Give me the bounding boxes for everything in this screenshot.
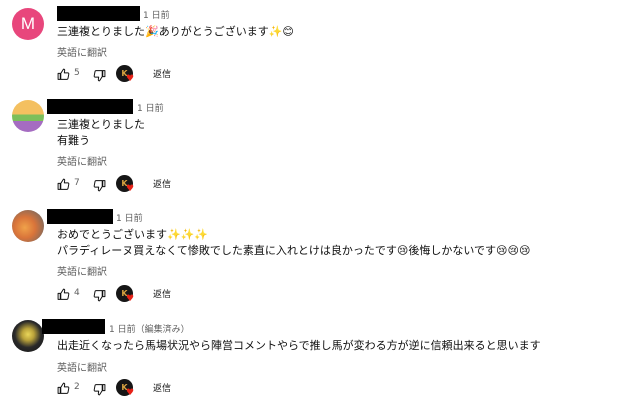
comment-line: 有難う (57, 134, 90, 147)
heart-icon: ♥ (126, 294, 135, 304)
reply-button[interactable]: 返信 (153, 287, 171, 300)
creator-heart-badge: K ♥ (116, 175, 136, 195)
translate-link[interactable]: 英語に翻訳 (57, 263, 107, 278)
comment: M 1 日前 三連複とりました🎉ありがとうございます✨😊 英語に翻訳 5 K ♥… (0, 0, 640, 100)
comment-actions: 2 K ♥ 返信 (57, 379, 197, 399)
comment-line: 三連複とりました🎉ありがとうございます✨😊 (57, 25, 294, 38)
translate-link[interactable]: 英語に翻訳 (57, 44, 107, 59)
avatar[interactable]: M (12, 8, 44, 40)
comment-actions: 7 K ♥ 返信 (57, 175, 197, 195)
author-name-redacted[interactable] (57, 6, 140, 21)
comment-line: 出走近くなったら馬場状況やら陣営コメントやらで推し馬が変わる方が逆に信頼出来ると… (57, 339, 541, 352)
heart-icon: ♥ (126, 74, 135, 84)
translate-link[interactable]: 英語に翻訳 (57, 153, 107, 168)
thumbs-up-icon[interactable] (57, 68, 70, 81)
thumbs-up-icon[interactable] (57, 288, 70, 301)
like-count: 2 (74, 382, 80, 392)
thumbs-down-icon[interactable] (93, 179, 106, 192)
author-name-redacted[interactable] (47, 209, 113, 224)
comment-line: 三連複とりました (57, 118, 145, 131)
comment-text: おめでとうございます✨✨✨ パラディレーヌ買えなくて惨敗でした素直に入れとけは良… (57, 227, 530, 259)
thumbs-down-icon[interactable] (93, 383, 106, 396)
avatar[interactable] (12, 100, 44, 132)
thumbs-down-icon[interactable] (93, 69, 106, 82)
avatar[interactable] (12, 210, 44, 242)
comment-time[interactable]: 1 日前（編集済み） (109, 322, 190, 335)
like-count: 7 (74, 178, 80, 188)
comment-actions: 4 K ♥ 返信 (57, 285, 197, 305)
comment-text: 三連複とりました 有難う (57, 117, 145, 149)
comment-text: 三連複とりました🎉ありがとうございます✨😊 (57, 24, 294, 40)
creator-heart-badge: K ♥ (116, 379, 136, 399)
creator-heart-badge: K ♥ (116, 285, 136, 305)
reply-button[interactable]: 返信 (153, 177, 171, 190)
comment-text: 出走近くなったら馬場状況やら陣営コメントやらで推し馬が変わる方が逆に信頼出来ると… (57, 338, 541, 354)
thumbs-up-icon[interactable] (57, 382, 70, 395)
reply-button[interactable]: 返信 (153, 67, 171, 80)
heart-icon: ♥ (126, 184, 135, 194)
comment-actions: 5 K ♥ 返信 (57, 65, 197, 85)
author-name-redacted[interactable] (47, 99, 133, 114)
avatar[interactable] (12, 320, 44, 352)
like-count: 5 (74, 68, 80, 78)
heart-icon: ♥ (126, 388, 135, 398)
comment: 1 日前 おめでとうございます✨✨✨ パラディレーヌ買えなくて惨敗でした素直に入… (0, 206, 640, 316)
comment-line: パラディレーヌ買えなくて惨敗でした素直に入れとけは良かったです😢後悔しかないです… (57, 244, 531, 257)
comment-line: おめでとうございます✨✨✨ (57, 228, 209, 241)
like-count: 4 (74, 288, 80, 298)
translate-link[interactable]: 英語に翻訳 (57, 359, 107, 374)
thumbs-down-icon[interactable] (93, 289, 106, 302)
comment: 1 日前（編集済み） 出走近くなったら馬場状況やら陣営コメントやらで推し馬が変わ… (0, 316, 640, 400)
creator-heart-badge: K ♥ (116, 65, 136, 85)
reply-button[interactable]: 返信 (153, 381, 171, 394)
comment-time[interactable]: 1 日前 (137, 101, 164, 114)
comment-time[interactable]: 1 日前 (143, 8, 170, 21)
author-name-redacted[interactable] (42, 319, 105, 334)
thumbs-up-icon[interactable] (57, 178, 70, 191)
comment-time[interactable]: 1 日前 (116, 211, 143, 224)
comment: 1 日前 三連複とりました 有難う 英語に翻訳 7 K ♥ 返信 (0, 96, 640, 206)
